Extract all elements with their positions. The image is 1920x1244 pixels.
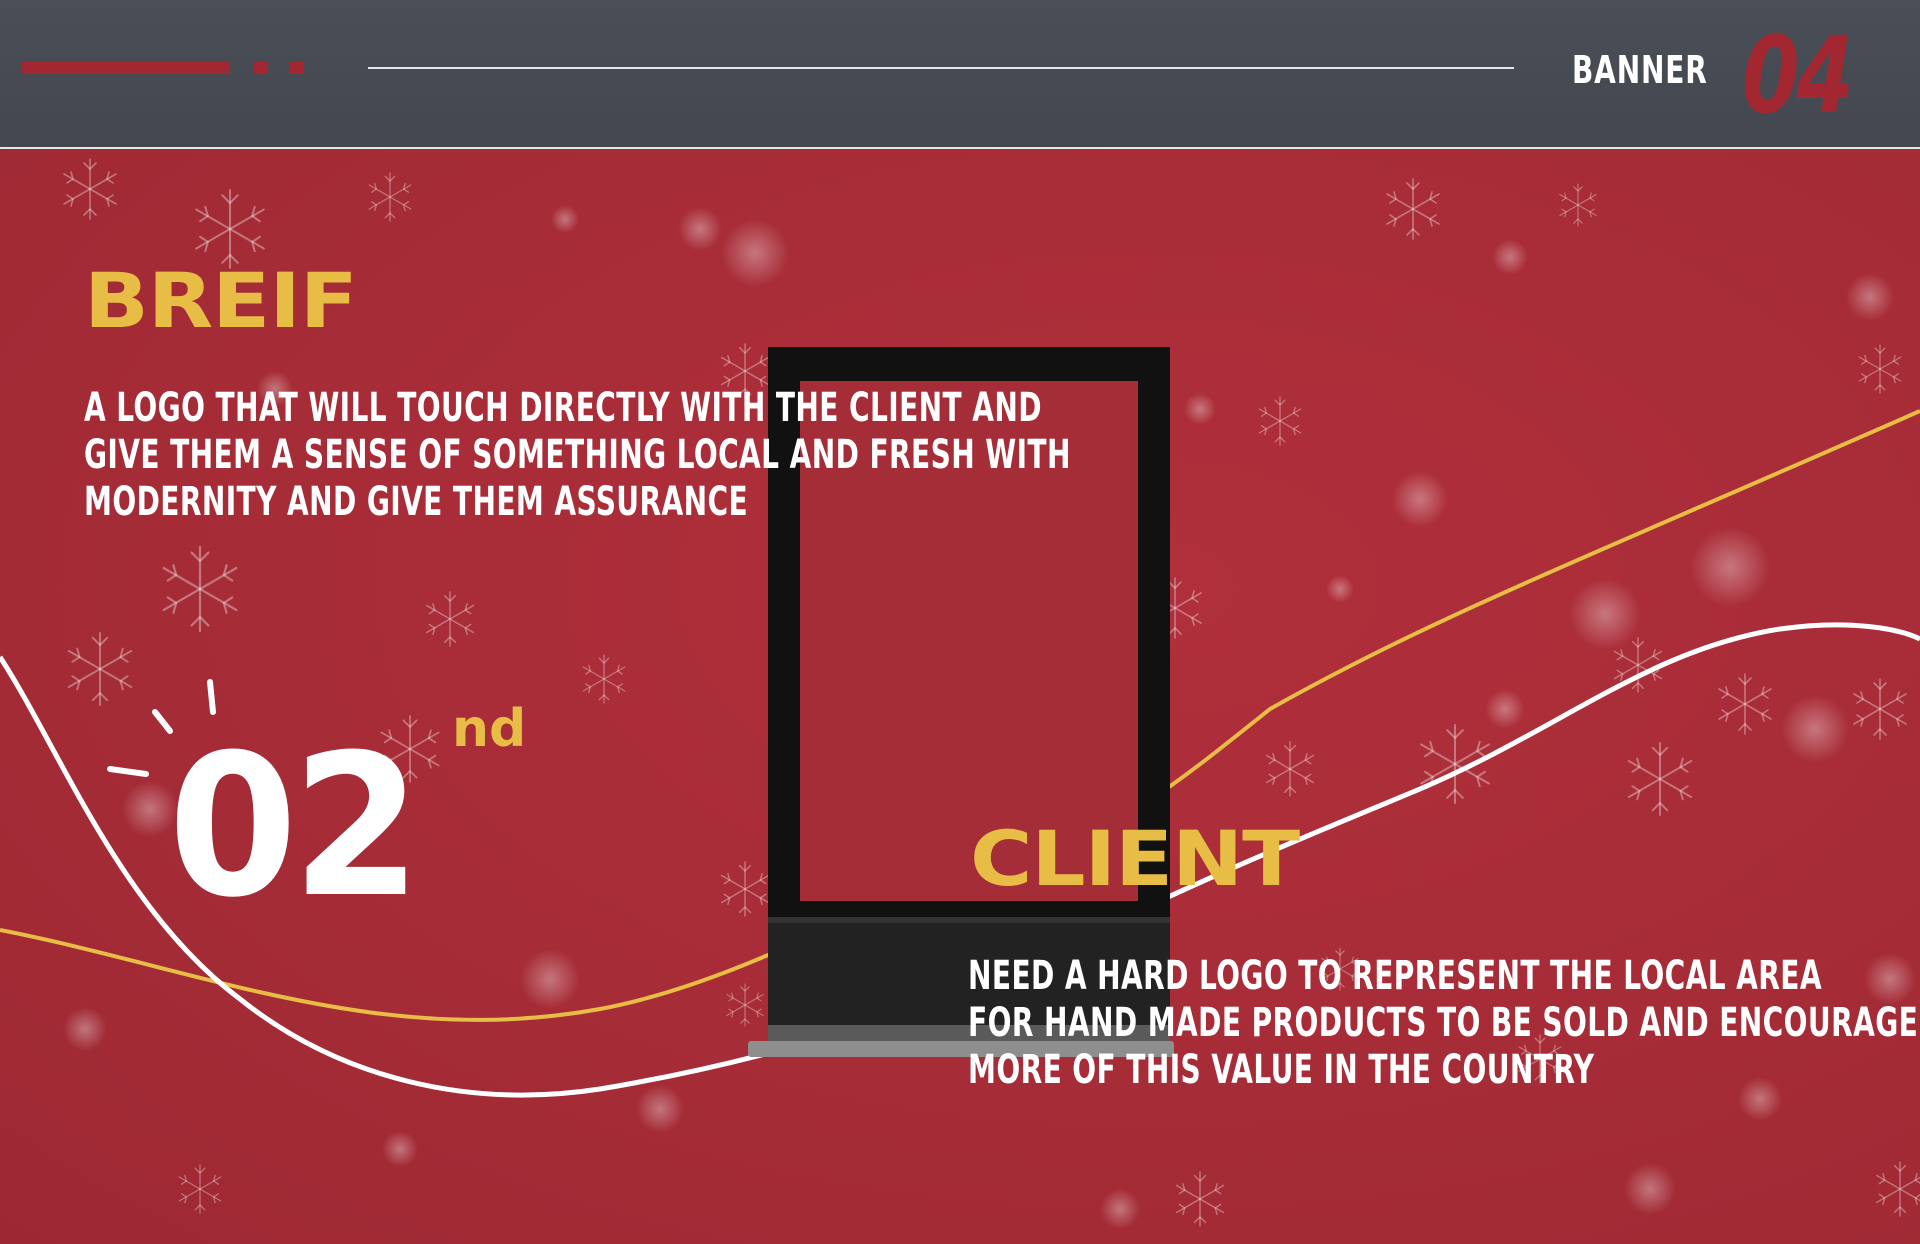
client-line: NEED A HARD LOGO TO REPRESENT THE LOCAL … (968, 953, 1822, 999)
brief-title: BREIF (84, 256, 358, 345)
brief-text: A LOGO THAT WILL TOUCH DIRECTLY WITH THE… (84, 385, 1071, 526)
client-line: MORE OF THIS VALUE IN THE COUNTRY (968, 1047, 1595, 1093)
rank-suffix: nd (452, 699, 527, 759)
brief-line: A LOGO THAT WILL TOUCH DIRECTLY WITH THE… (84, 385, 1042, 431)
brief-line: MODERNITY AND GIVE THEM ASSURANCE (84, 479, 749, 525)
header-accent-bar (22, 62, 230, 74)
client-title: CLIENT (970, 814, 1300, 903)
header-accent-dot (290, 62, 304, 74)
header-page-number: 04 (1742, 14, 1854, 137)
brief-line: GIVE THEM A SENSE OF SOMETHING LOCAL AND… (84, 432, 1071, 478)
header-accent-dot (254, 62, 268, 74)
header-bar: BANNER 04 (0, 0, 1920, 149)
header-divider-line (368, 67, 1514, 69)
client-line: FOR HAND MADE PRODUCTS TO BE SOLD AND EN… (968, 1000, 1919, 1046)
client-text: NEED A HARD LOGO TO REPRESENT THE LOCAL … (968, 953, 1918, 1094)
main-panel: BREIF A LOGO THAT WILL TOUCH DIRECTLY WI… (0, 149, 1920, 1244)
rank-number: 02 (168, 713, 421, 941)
header-label: BANNER (1572, 48, 1708, 92)
